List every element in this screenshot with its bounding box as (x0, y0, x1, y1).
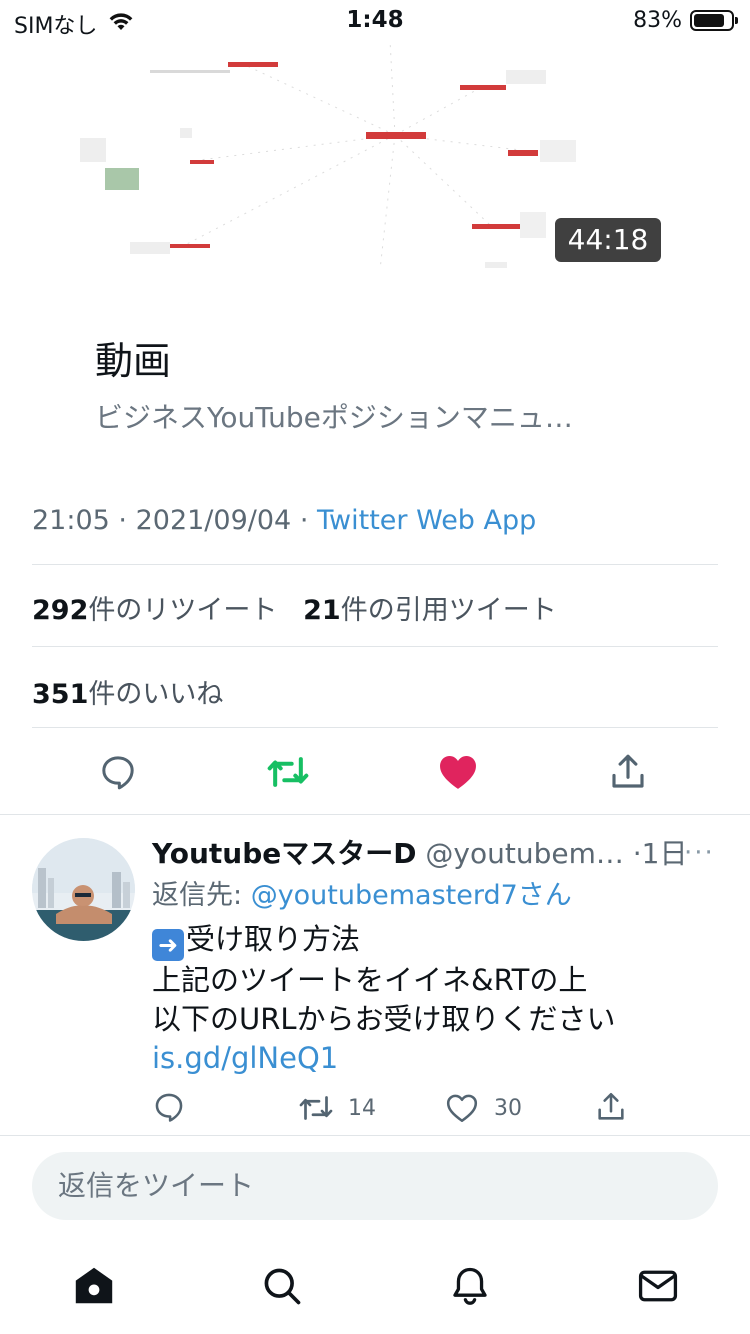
tab-notifications[interactable] (446, 1262, 494, 1310)
divider (0, 814, 750, 815)
reply-reply-button[interactable] (152, 1090, 186, 1124)
right-arrow-emoji-icon: ➜ (152, 929, 184, 961)
retweets-stat[interactable]: 292件のリツイート (32, 595, 277, 626)
reply-icon (102, 756, 134, 790)
reply-retweet-button[interactable]: 14 (298, 1090, 376, 1126)
tab-messages[interactable] (634, 1262, 682, 1310)
share-icon (598, 1092, 624, 1120)
reply-author-name[interactable]: YoutubeマスターD (152, 837, 416, 870)
reply-line-2: 上記のツイートをイイネ&RTの上 (152, 963, 588, 997)
card-description[interactable]: ビジネスYouTubeポジションマニュ… (95, 396, 655, 436)
retweets-count: 292 (32, 595, 89, 626)
home-icon (75, 1267, 113, 1304)
reply-to-mention[interactable]: @youtubemasterd7さん (251, 880, 572, 911)
reply-to-prefix: 返信先: (152, 880, 251, 911)
divider (32, 564, 718, 565)
video-duration-badge: 44:18 (555, 218, 661, 262)
reply-like-button[interactable]: 30 (444, 1090, 522, 1126)
reply-author-handle[interactable]: @youtubem… (425, 837, 623, 870)
status-right: 83% (633, 8, 738, 33)
reply-body: ➜ 受け取り方法 上記のツイートをイイネ&RTの上 以下のURLからお受け取りくだ… (152, 920, 712, 1078)
share-icon (612, 754, 644, 788)
likes-stat-row: 351件のいいね (32, 672, 223, 711)
reply-button[interactable] (96, 750, 140, 794)
reply-retweet-count: 14 (348, 1095, 376, 1121)
tweet-time[interactable]: 21:05 (32, 505, 110, 536)
reply-like-count: 30 (494, 1095, 522, 1121)
retweet-icon (267, 757, 309, 787)
likes-count: 351 (32, 679, 89, 710)
more-options-button[interactable]: ··· (684, 838, 715, 868)
meta-separator: · (299, 505, 309, 536)
tab-home[interactable] (70, 1262, 118, 1310)
retweet-button[interactable] (266, 750, 310, 794)
reply-action-bar: 14 30 (0, 1090, 750, 1130)
search-icon (264, 1268, 301, 1305)
reply-line-3: 以下のURLからお受け取りください (152, 1002, 616, 1036)
tweet-date[interactable]: 2021/09/04 (136, 505, 292, 536)
retweet-icon (299, 1096, 333, 1120)
tab-search[interactable] (258, 1262, 306, 1310)
battery-icon (690, 10, 738, 31)
share-button[interactable] (606, 750, 650, 794)
reply-to-line: 返信先: @youtubemasterd7さん (152, 873, 572, 912)
reply-icon (155, 1093, 183, 1122)
reply-header: YoutubeマスターD @youtubem… ·1日 (152, 832, 712, 872)
heart-filled-icon (440, 756, 476, 789)
bell-icon (453, 1267, 487, 1305)
card-title[interactable]: 動画 (95, 330, 171, 385)
status-bar: SIMなし 1:48 83% (0, 0, 750, 40)
tweet-source-link[interactable]: Twitter Web App (317, 505, 536, 536)
battery-percent: 83% (633, 8, 682, 33)
avatar-photo (32, 838, 135, 941)
bottom-tab-bar (0, 1250, 750, 1320)
mail-icon (638, 1270, 678, 1302)
divider (32, 646, 718, 647)
battery-level-fill (694, 14, 724, 27)
meta-separator: · (118, 505, 127, 536)
reply-line-1: ➜ 受け取り方法 (152, 920, 712, 961)
retweets-label: 件のリツイート (88, 595, 278, 626)
reply-compose-input[interactable]: 返信をツイート (32, 1152, 718, 1220)
tweet-timestamp-line: 21:05 · 2021/09/04 · Twitter Web App (32, 505, 536, 536)
divider (0, 1135, 750, 1136)
divider (32, 727, 718, 728)
likes-stat[interactable]: 351件のいいね (32, 679, 223, 710)
reply-timestamp[interactable]: ·1日 (633, 837, 688, 870)
quotes-stat[interactable]: 21件の引用ツイート (303, 595, 557, 626)
reply-line-text: 受け取り方法 (186, 922, 361, 956)
quotes-count: 21 (303, 595, 341, 626)
likes-label: 件のいいね (88, 679, 224, 710)
quotes-label: 件の引用ツイート (340, 595, 557, 626)
like-button[interactable] (436, 750, 480, 794)
reply-link[interactable]: is.gd/glNeQ1 (152, 1039, 712, 1078)
heart-outline-icon (446, 1094, 478, 1123)
tweet-action-bar (0, 742, 750, 802)
reply-avatar[interactable] (32, 838, 135, 941)
retweet-quote-stats: 292件のリツイート 21件の引用ツイート (32, 588, 557, 627)
reply-share-button[interactable] (594, 1090, 628, 1124)
